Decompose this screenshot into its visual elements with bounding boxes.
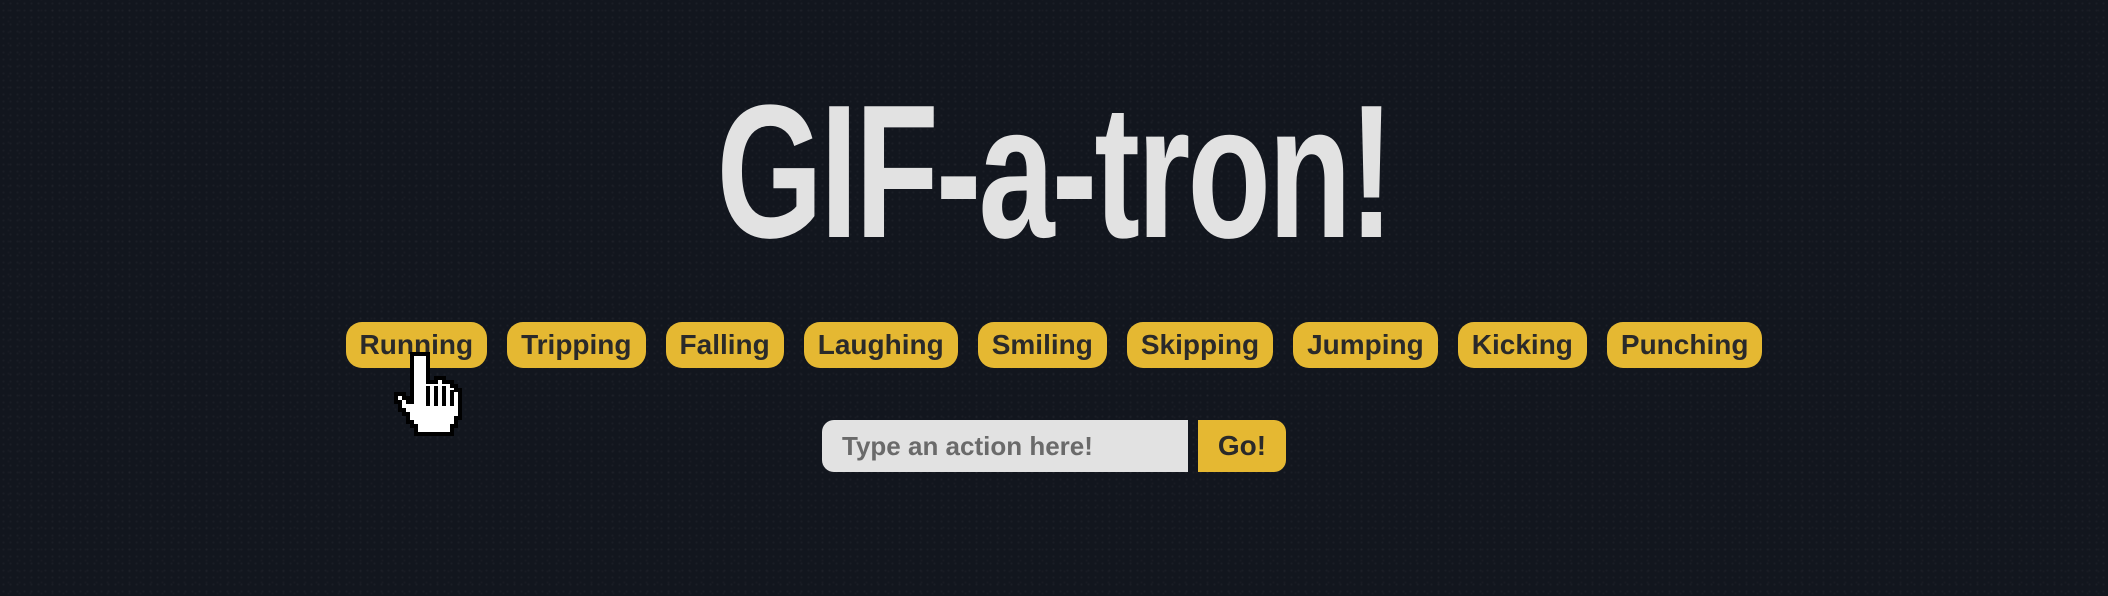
action-chip-smiling[interactable]: Smiling	[977, 322, 1107, 368]
action-search-input[interactable]	[822, 420, 1188, 472]
action-chip-laughing[interactable]: Laughing	[803, 322, 958, 368]
action-chip-skipping[interactable]: Skipping	[1126, 322, 1274, 368]
page-title: GIF-a-tron!	[716, 66, 1395, 278]
action-chip-tripping[interactable]: Tripping	[507, 322, 646, 368]
action-chip-falling[interactable]: Falling	[665, 322, 784, 368]
action-chip-jumping[interactable]: Jumping	[1293, 322, 1438, 368]
search-form: Go!	[0, 420, 2108, 472]
action-chip-punching[interactable]: Punching	[1606, 322, 1763, 368]
app-root: GIF-a-tron! Running Tripping Falling Lau…	[0, 0, 2108, 596]
action-chip-kicking[interactable]: Kicking	[1457, 322, 1587, 368]
pointer-hand-icon	[394, 352, 462, 436]
go-button[interactable]: Go!	[1198, 420, 1286, 472]
action-chip-row: Running Tripping Falling Laughing Smilin…	[0, 322, 2108, 368]
